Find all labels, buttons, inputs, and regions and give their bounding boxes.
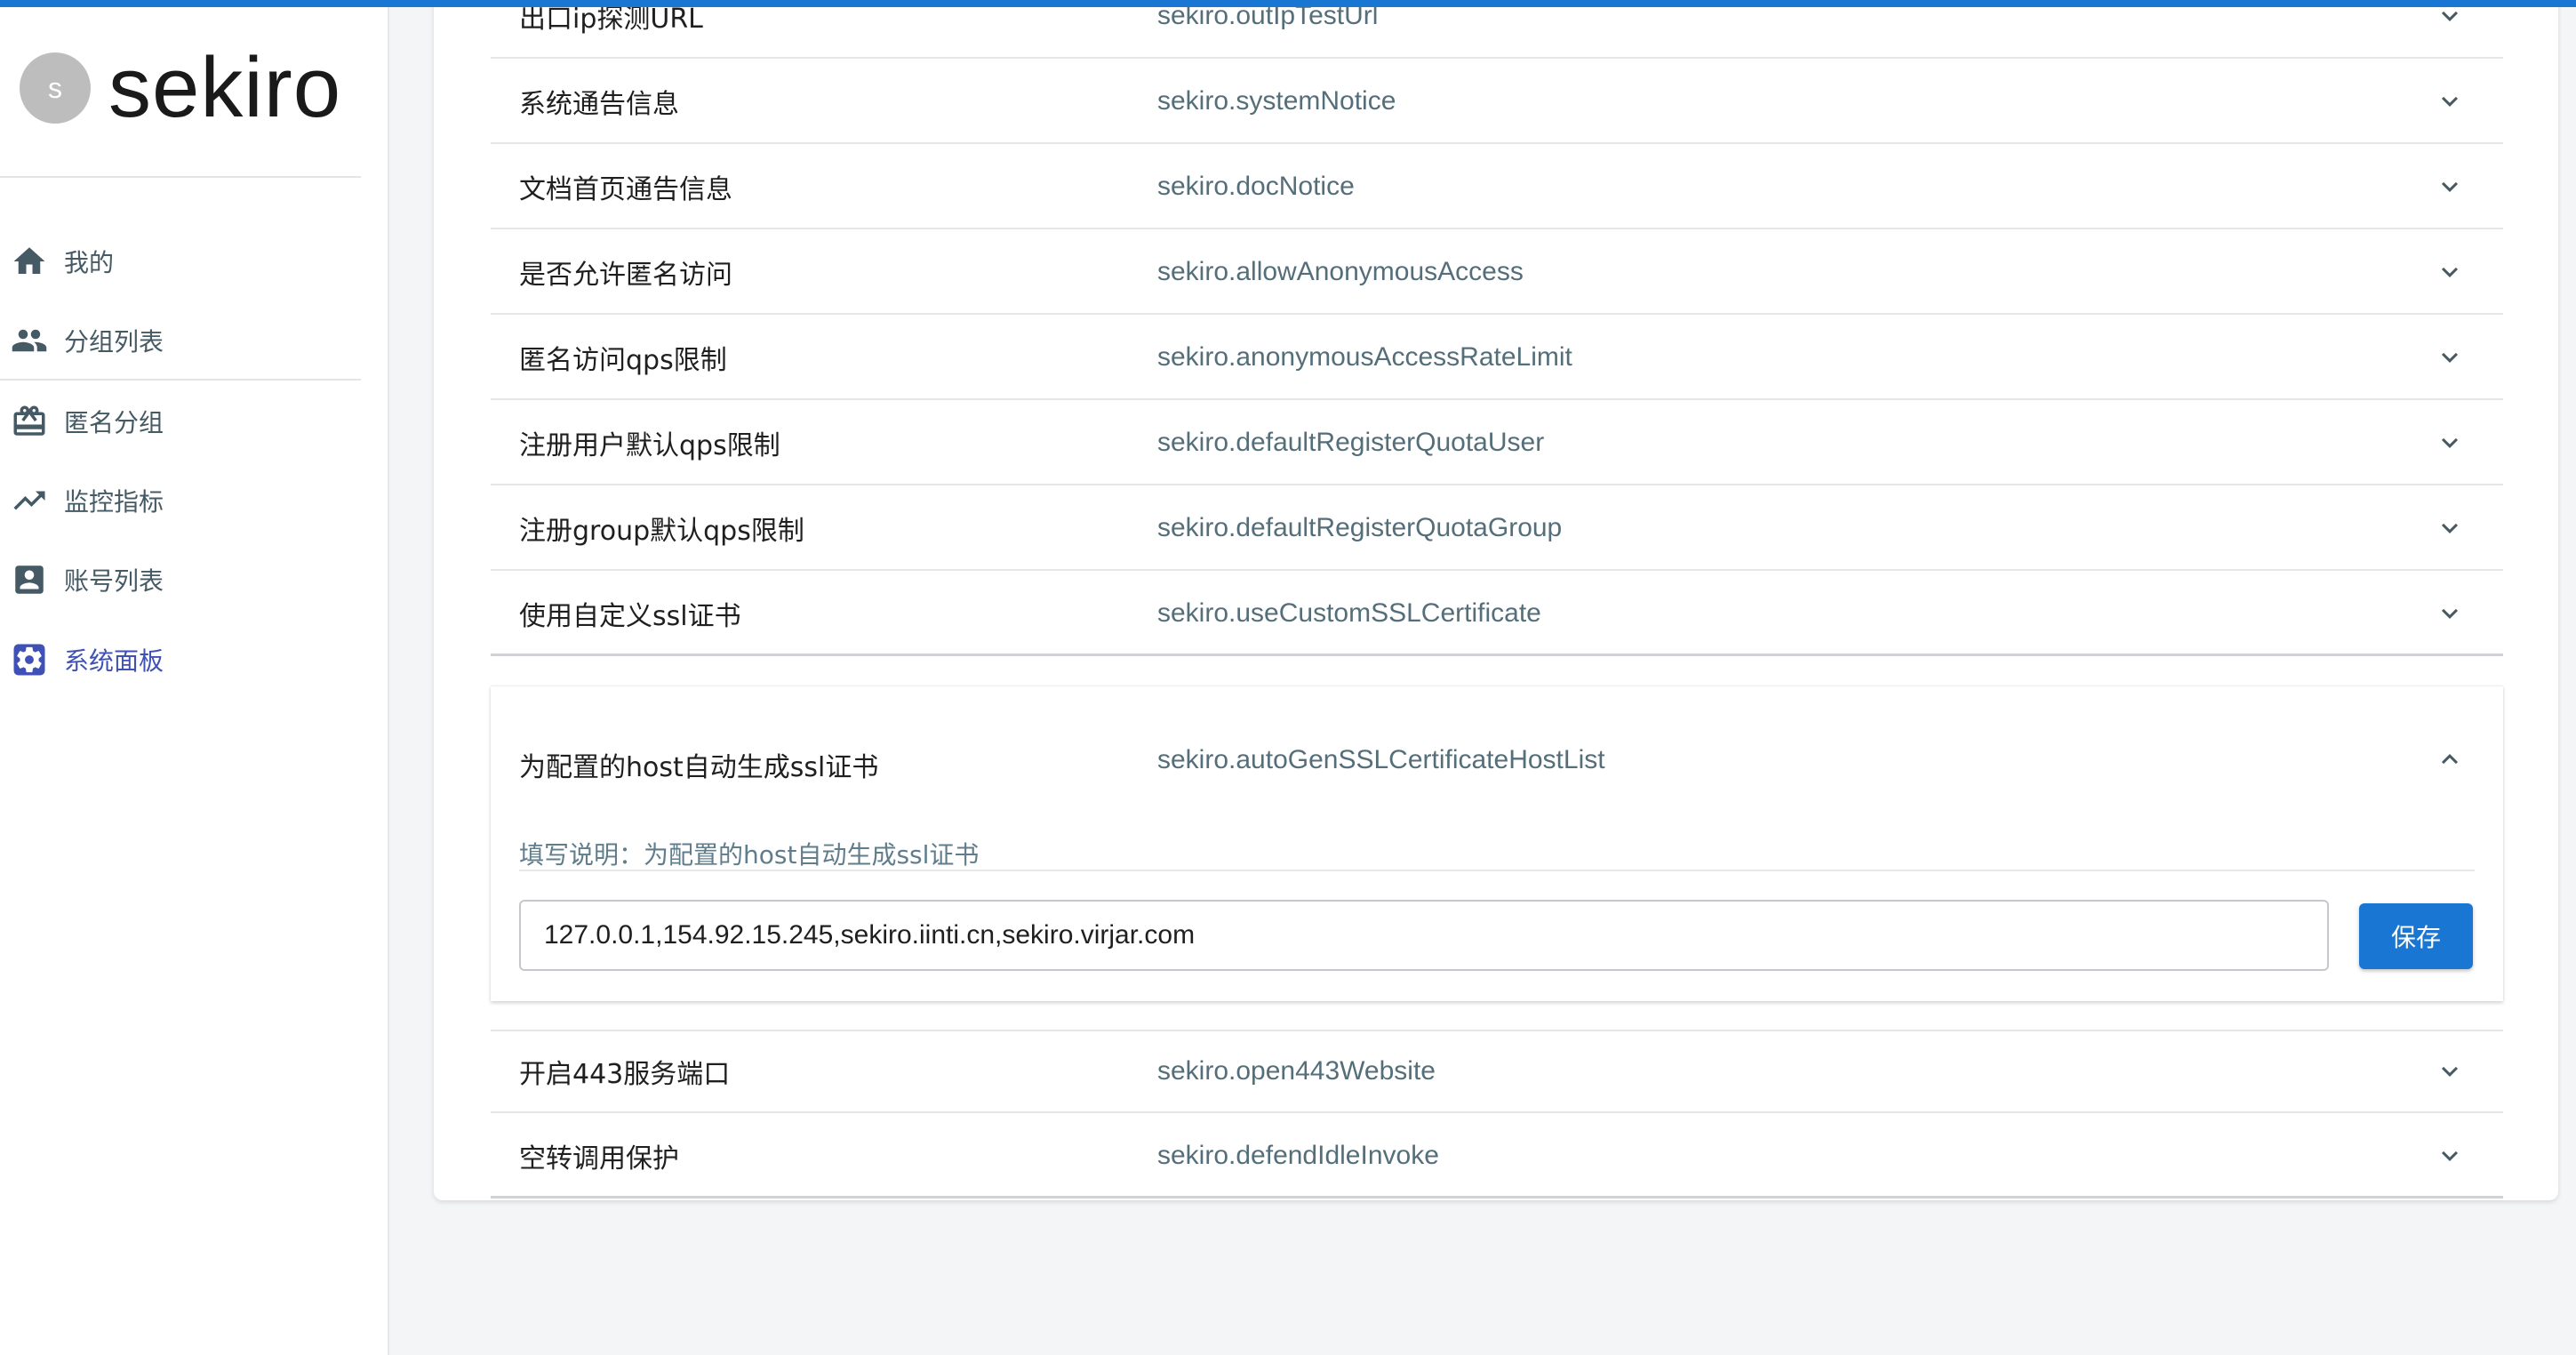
sidebar-item-account-list[interactable]: 账号列表 [0, 542, 361, 617]
chevron-down-icon[interactable] [2434, 256, 2466, 288]
chevron-down-icon[interactable] [2434, 427, 2466, 459]
sidebar-item-label: 我的 [64, 248, 115, 277]
save-button[interactable]: 保存 [2359, 903, 2473, 969]
sidebar-item-mine[interactable]: 我的 [0, 224, 361, 299]
sidebar-item-anonymous-group[interactable]: 匿名分组 [0, 384, 361, 459]
setting-row-allow-anonymous-access[interactable]: 是否允许匿名访问 sekiro.allowAnonymousAccess [491, 231, 2503, 315]
sidebar-divider [0, 379, 361, 381]
setting-row-custom-ssl-certificate[interactable]: 使用自定义ssl证书 sekiro.useCustomSSLCertificat… [491, 573, 2503, 656]
brand-name: sekiro [108, 40, 342, 135]
brand-avatar: s [20, 52, 91, 124]
setting-title: 系统通告信息 [519, 89, 679, 120]
setting-title: 使用自定义ssl证书 [519, 600, 741, 632]
group-icon [11, 322, 48, 359]
brand[interactable]: s sekiro [20, 39, 341, 137]
sidebar-item-label: 监控指标 [64, 487, 164, 517]
setting-row-open-443-website[interactable]: 开启443服务端口 sekiro.open443Website [491, 1030, 2503, 1113]
setting-key: sekiro.defaultRegisterQuotaUser [1157, 428, 1545, 457]
setting-title: 注册用户默认qps限制 [519, 430, 780, 461]
chevron-down-icon[interactable] [2434, 597, 2466, 629]
sidebar-item-label: 系统面板 [64, 646, 164, 676]
sidebar-item-label: 分组列表 [64, 327, 164, 357]
sidebar-item-group-list[interactable]: 分组列表 [0, 303, 361, 378]
setting-key: sekiro.useCustomSSLCertificate [1157, 597, 1541, 628]
chevron-down-icon[interactable] [2434, 171, 2466, 203]
settings-gear-icon [11, 641, 48, 678]
sidebar: s sekiro 我的 分组列表 匿名分组 监控指标 账号列表 系统面板 [0, 0, 389, 1355]
chevron-down-icon[interactable] [2434, 1055, 2466, 1087]
setting-key: sekiro.systemNotice [1157, 86, 1396, 116]
setting-row-default-quota-user[interactable]: 注册用户默认qps限制 sekiro.defaultRegisterQuotaU… [491, 402, 2503, 485]
sidebar-item-label: 账号列表 [64, 566, 164, 596]
setting-key: sekiro.defendIdleInvoke [1157, 1140, 1439, 1170]
setting-row-system-notice[interactable]: 系统通告信息 sekiro.systemNotice [491, 60, 2503, 144]
card-giftcard-icon [11, 403, 48, 440]
setting-title: 注册group默认qps限制 [519, 516, 804, 547]
setting-key: sekiro.docNotice [1157, 172, 1355, 201]
chevron-down-icon[interactable] [2434, 1140, 2466, 1172]
sidebar-item-label: 匿名分组 [64, 408, 164, 437]
setting-title: 文档首页通告信息 [519, 174, 732, 205]
chevron-up-icon[interactable] [2434, 743, 2466, 775]
account-box-icon [11, 561, 48, 598]
setting-title: 是否允许匿名访问 [519, 260, 732, 291]
setting-row-default-quota-group[interactable]: 注册group默认qps限制 sekiro.defaultRegisterQuo… [491, 487, 2503, 571]
trending-up-icon [11, 482, 48, 519]
chevron-down-icon[interactable] [2434, 512, 2466, 544]
setting-title: 匿名访问qps限制 [519, 345, 727, 376]
host-list-input[interactable] [519, 900, 2329, 971]
setting-title: 空转调用保护 [519, 1143, 679, 1175]
setting-title[interactable]: 为配置的host自动生成ssl证书 [519, 745, 878, 784]
divider [519, 870, 2475, 871]
setting-key: sekiro.defaultRegisterQuotaGroup [1157, 513, 1563, 542]
setting-expanded-auto-gen-ssl: 为配置的host自动生成ssl证书 sekiro.autoGenSSLCerti… [491, 686, 2503, 1001]
setting-title: 开启443服务端口 [519, 1059, 731, 1090]
setting-row-out-ip-test-url[interactable]: 出口ip探测URL sekiro.outIpTestUrl [491, 0, 2503, 59]
setting-key: sekiro.open443Website [1157, 1056, 1436, 1086]
home-icon [11, 243, 48, 280]
setting-row-anonymous-rate-limit[interactable]: 匿名访问qps限制 sekiro.anonymousAccessRateLimi… [491, 317, 2503, 400]
sidebar-divider [0, 176, 361, 178]
setting-row-defend-idle-invoke[interactable]: 空转调用保护 sekiro.defendIdleInvoke [491, 1115, 2503, 1199]
chevron-down-icon[interactable] [2434, 341, 2466, 373]
top-accent-bar [0, 0, 2576, 7]
setting-key: sekiro.allowAnonymousAccess [1157, 257, 1524, 286]
sidebar-item-monitoring[interactable]: 监控指标 [0, 463, 361, 538]
sidebar-item-system-panel[interactable]: 系统面板 [0, 622, 361, 697]
chevron-down-icon[interactable] [2434, 85, 2466, 117]
setting-help-text: 填写说明：为配置的host自动生成ssl证书 [519, 840, 980, 870]
setting-row-doc-notice[interactable]: 文档首页通告信息 sekiro.docNotice [491, 146, 2503, 229]
setting-key: sekiro.autoGenSSLCertificateHostList [1157, 745, 1605, 774]
setting-key: sekiro.anonymousAccessRateLimit [1157, 342, 1572, 372]
